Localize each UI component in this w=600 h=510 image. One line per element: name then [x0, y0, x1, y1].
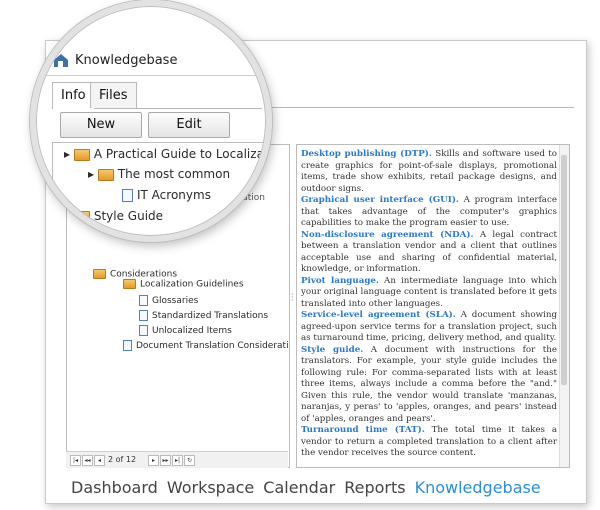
scrollbar[interactable]	[559, 145, 569, 467]
document-icon	[139, 325, 148, 336]
glossary-term: Desktop publishing (DTP).	[301, 149, 432, 159]
splitter-handle[interactable]: · · ·	[291, 291, 294, 305]
tree-item-localization-guidelines[interactable]: Localization Guidelines	[123, 279, 244, 290]
glossary-term: Style guide.	[301, 344, 364, 355]
nav-item-knowledgebase[interactable]: Knowledgebase	[415, 478, 541, 497]
refresh-button[interactable]: ↻	[184, 455, 195, 466]
next-fast-button[interactable]: ▸▸	[160, 455, 171, 466]
tree-item-glossaries[interactable]: Glossaries	[139, 295, 198, 306]
glossary-term: Turnaround time (TAT).	[301, 425, 425, 435]
document-icon	[123, 340, 132, 351]
magnifier-ring	[30, 0, 272, 242]
bottom-navigation: Dashboard Workspace Calendar Reports Knowled…	[71, 478, 550, 497]
glossary-term: Non-disclosure agreement (NDA).	[301, 229, 474, 240]
prev-fast-button[interactable]: ◂◂	[82, 455, 93, 466]
glossary-term: Pivot language.	[301, 275, 379, 286]
tree-item-unlocalized-items[interactable]: Unlocalized Items	[139, 325, 232, 336]
nav-item-reports[interactable]: Reports	[344, 478, 405, 497]
next-page-button[interactable]: ▸	[148, 455, 159, 466]
pager: |◂ ◂◂ ◂ 2 of 12 ▸ ▸▸ ▸| ↻	[66, 451, 288, 468]
nav-item-dashboard[interactable]: Dashboard	[71, 478, 158, 497]
folder-icon	[123, 279, 136, 289]
page-indicator: 2 of 12	[108, 455, 137, 464]
last-page-button[interactable]: ▸|	[172, 455, 183, 466]
glossary-term: Graphical user interface (GUI).	[301, 195, 459, 205]
nav-item-calendar[interactable]: Calendar	[263, 478, 335, 497]
tree-item-considerations[interactable]: Considerations	[93, 269, 177, 280]
prev-page-button[interactable]: ◂	[94, 455, 105, 466]
glossary-text: Desktop publishing (DTP). Skills and sof…	[301, 149, 557, 460]
tree-item-standardized-translations[interactable]: Standardized Translations	[139, 310, 268, 321]
tree-item-document-translation[interactable]: Document Translation Considerations	[123, 340, 289, 351]
glossary-definition: A document with instructions for the tra…	[301, 344, 557, 424]
document-icon	[139, 310, 148, 321]
document-icon	[139, 295, 148, 306]
scrollbar-thumb[interactable]	[561, 155, 567, 385]
folder-icon	[93, 269, 106, 279]
content-pane: Desktop publishing (DTP). Skills and sof…	[296, 144, 570, 468]
nav-item-workspace[interactable]: Workspace	[167, 478, 254, 497]
first-page-button[interactable]: |◂	[70, 455, 81, 466]
glossary-term: Service-level agreement (SLA).	[301, 310, 456, 320]
